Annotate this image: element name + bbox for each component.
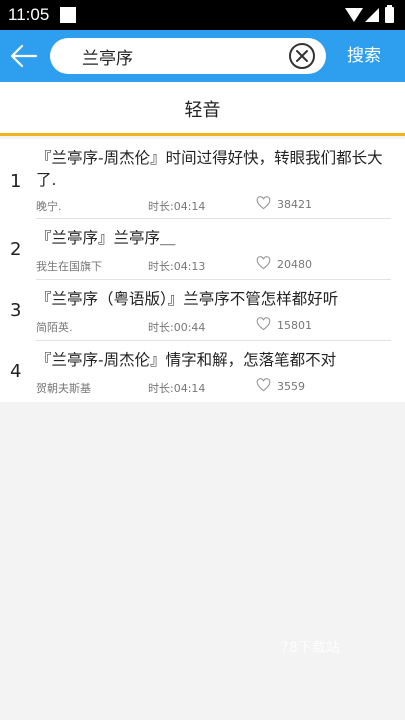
song-index: 3 [10,300,22,321]
song-duration: 时长:04:14 [148,382,206,395]
tab-bar: 轻音 [0,82,405,136]
song-artist: 我生在国旗下 [36,260,102,273]
heart-icon[interactable] [256,256,271,270]
song-likes: 3559 [277,380,305,393]
song-likes: 20480 [277,258,312,271]
list-item[interactable]: 1 『兰亭序-周杰伦』时间过得好快，转眼我们都长大了. 晚宁. 时长:04:14… [0,139,405,219]
list-item[interactable]: 4 『兰亭序-周杰伦』情字和解，怎落笔都不对 贺朝夫斯基 时长:04:14 35… [0,341,405,402]
search-app-bar: 搜索 [0,30,405,82]
song-artist: 晚宁. [36,200,62,213]
battery-icon [385,5,394,23]
watermark: 78下载站 [280,640,340,656]
wifi-icon [345,8,363,22]
song-duration: 时长:00:44 [148,321,206,334]
song-index: 2 [10,239,22,260]
status-time: 11:05 [8,5,50,24]
clear-icon [289,43,315,69]
heart-icon[interactable] [256,378,271,392]
song-artist: 简陌英. [36,321,73,334]
heart-icon[interactable] [256,196,271,210]
search-input[interactable] [82,42,282,70]
list-item[interactable]: 2 『兰亭序』兰亭序＿ 我生在国旗下 时长:04:13 20480 [0,219,405,280]
clear-search-button[interactable] [288,42,316,70]
signal-icon [365,8,379,22]
song-index: 4 [10,361,22,382]
song-title: 『兰亭序（粤语版）』兰亭序不管怎样都好听 [36,290,339,308]
song-likes: 38421 [277,198,312,211]
song-title: 『兰亭序』兰亭序＿ [36,229,176,247]
heart-icon[interactable] [256,317,271,331]
song-title: 『兰亭序-周杰伦』时间过得好快，转眼我们都长大了. [36,149,383,189]
search-box [50,38,326,74]
song-duration: 时长:04:14 [148,200,206,213]
search-button[interactable]: 搜索 [336,42,392,70]
song-artist: 贺朝夫斯基 [36,382,91,395]
song-title: 『兰亭序-周杰伦』情字和解，怎落笔都不对 [36,351,337,369]
back-arrow-icon [10,44,38,68]
song-likes: 15801 [277,319,312,332]
song-list: 1 『兰亭序-周杰伦』时间过得好快，转眼我们都长大了. 晚宁. 时长:04:14… [0,139,405,402]
song-index: 1 [10,171,22,192]
notification-icon [60,7,76,23]
status-bar: 11:05 [0,0,405,30]
tab-light-music[interactable]: 轻音 [0,96,405,122]
back-button[interactable] [6,38,42,74]
song-duration: 时长:04:13 [148,260,206,273]
list-item[interactable]: 3 『兰亭序（粤语版）』兰亭序不管怎样都好听 简陌英. 时长:00:44 158… [0,280,405,341]
